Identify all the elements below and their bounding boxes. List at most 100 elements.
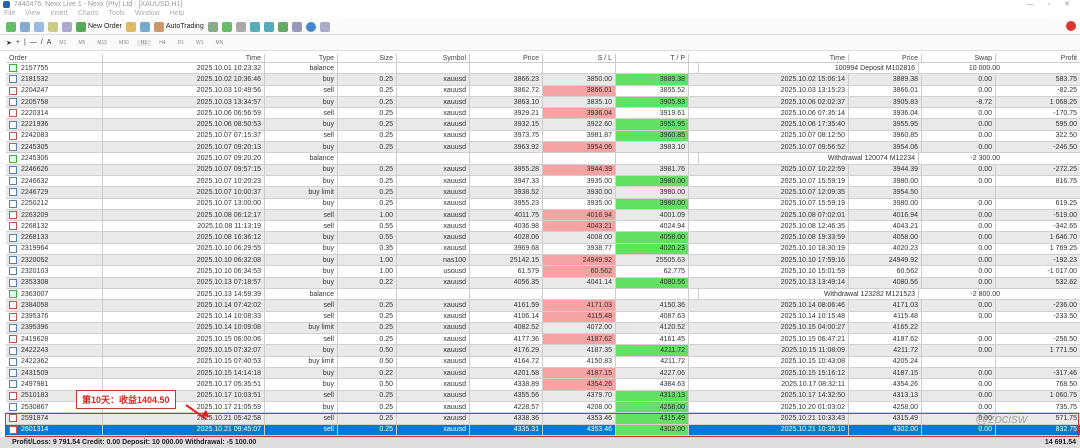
column-header-take-profit[interactable]: T / P [616,54,689,62]
menu-insert[interactable]: Insert [50,9,68,19]
column-header-stop-loss[interactable]: S / L [543,54,616,62]
zoom-in-icon[interactable] [249,21,260,32]
open-price-value: 4011.75 [514,211,539,219]
table-row[interactable]: 2601314 2025.10.21 09:45:07 sell 0.25 xauusd… [6,424,1080,436]
cell-symbol: xauusd [397,356,470,368]
table-row[interactable]: 2431509 2025.10.15 14:14:18 buy 0.22 xauusd 4… [6,368,1080,380]
table-row[interactable]: 2268133 2025.10.08 16:36:12 buy 0.55 xauusd 4… [6,232,1080,244]
column-header-open-time[interactable]: Time [103,54,265,62]
table-row[interactable]: 2181532 2025.10.02 10:36:46 buy 0.25 xauusd 3… [6,74,1080,86]
horizontal-line-icon[interactable]: — [30,39,37,46]
indicators-icon[interactable] [291,21,302,32]
tf-m5[interactable]: M5 [74,40,89,46]
table-row[interactable]: 2246626 2025.10.07 09:57:15 buy 0.25 xauusd 3… [6,164,1080,176]
menu-tools[interactable]: Tools [108,9,124,19]
table-row[interactable]: 2395396 2025.10.14 10:09:08 buy limit 0.25 x… [6,322,1080,335]
table-row[interactable]: 2419628 2025.10.15 06:00:06 sell 0.25 xauusd… [6,334,1080,346]
column-header-open-price[interactable]: Price [470,54,543,62]
tf-h1[interactable]: H1 [136,39,152,46]
table-row[interactable]: 2220314 2025.10.06 06:56:59 sell 0.25 xauusd… [6,108,1080,120]
table-row[interactable]: 2422243 2025.10.15 07:32:07 buy 0.50 xauusd 4… [6,345,1080,357]
column-header-order[interactable]: Order [6,54,103,62]
market-watch-icon[interactable] [34,21,44,32]
column-header-profit[interactable]: Profit [996,54,1080,62]
cell-size: 0.50 [338,356,397,368]
table-row[interactable]: 2263209 2025.10.08 06:12:17 sell 1.00 xauusd… [6,209,1080,222]
table-row[interactable]: 2157755 2025.10.01 10:23:32 balance 100994 … [6,63,1080,75]
terminal-icon[interactable] [62,21,72,32]
table-row[interactable]: 2497981 2025.10.17 05:35:51 buy 0.50 xauusd 4… [6,379,1080,391]
menu-file[interactable]: File [4,9,15,19]
close-time-value: 2025.10.15 10:43:08 [780,358,845,366]
type-value: buy limit [308,324,334,332]
table-row[interactable]: 2205758 2025.10.03 13:34:57 buy 0.25 xauusd 3… [6,96,1080,109]
table-row[interactable]: 2320103 2025.10.10 06:34:53 buy 1.00 usousd 6… [6,266,1080,278]
symbol-value: xauusd [443,380,466,388]
zoom-out-icon[interactable] [263,21,274,32]
tf-mn[interactable]: MN [212,40,228,46]
column-header-size[interactable]: Size [338,54,397,62]
close-time-value: 2025.10.14 10:15:48 [780,313,845,321]
tf-h4[interactable]: H4 [155,40,169,46]
alert-icon[interactable] [1066,21,1076,31]
type-value: buy [322,369,334,377]
table-row[interactable]: 2221936 2025.10.06 08:50:53 buy 0.25 xauusd 3… [6,119,1080,131]
menu-view[interactable]: View [25,9,40,19]
tf-m30[interactable]: M30 [115,40,133,46]
size-value: 0.25 [379,188,393,196]
new-chart-icon[interactable] [6,21,16,32]
profiles-icon[interactable] [20,21,30,32]
table-row[interactable]: 2250212 2025.10.07 13:00:00 buy 0.25 xauusd 3… [6,198,1080,210]
table-row[interactable]: 2319964 2025.10.10 06:29:55 buy 0.35 xauusd 3… [6,243,1080,256]
table-row[interactable]: 2422362 2025.10.15 07:40:53 buy limit 0.50 x… [6,356,1080,369]
table-row[interactable]: 2245306 2025.10.07 09:20:20 balance Withdra… [6,153,1080,165]
table-row[interactable]: 2363007 2025.10.13 14:59:39 balance Withdra… [6,288,1080,301]
line-chart-icon[interactable] [235,21,246,32]
templates-icon[interactable] [319,21,330,32]
column-header-type[interactable]: Type [265,54,338,62]
table-row[interactable]: 2353308 2025.10.13 07:18:57 buy 0.22 xauusd 4… [6,277,1080,289]
table-row[interactable]: 2320052 2025.10.10 06:32:08 buy 1.00 nas100 2… [6,255,1080,267]
autotrading-button[interactable]: AutoTrading [153,21,204,32]
crosshair-icon[interactable]: + [16,39,20,46]
column-header-close-price[interactable]: Price [849,54,922,62]
table-row[interactable]: 2591874 2025.10.21 05:42:58 sell 0.25 xauusd… [6,413,1080,425]
text-icon[interactable]: A [47,39,52,46]
menu-charts[interactable]: Charts [78,9,99,19]
table-row[interactable]: 2395376 2025.10.14 10:08:33 sell 0.25 xauusd… [6,311,1080,323]
table-row[interactable]: 2245305 2025.10.07 09:20:13 buy 0.25 xauusd 3… [6,142,1080,154]
tile-windows-icon[interactable] [277,21,288,32]
cell-close-price: 4354.26 [849,379,922,390]
trendline-icon[interactable]: / [41,39,43,46]
navigator-icon[interactable] [48,21,58,32]
table-row[interactable]: 2268132 2025.10.08 11:13:19 sell 0.55 xauusd… [6,221,1080,233]
tf-d1[interactable]: D1 [174,40,188,46]
window-controls[interactable]: — ▫ ✕ [1027,0,1076,9]
tf-m15[interactable]: M15 [93,40,111,46]
profit-value: -342.65 [1053,222,1077,230]
table-row[interactable]: 2384058 2025.10.14 07:42:02 sell 0.25 xauusd… [6,300,1080,312]
vertical-line-icon[interactable]: | [24,39,26,46]
cell-symbol: xauusd [397,108,470,119]
type-value: sell [323,87,334,95]
tf-m1[interactable]: M1 [55,40,70,46]
column-header-swap[interactable]: Swap [922,54,996,62]
signals-icon[interactable] [139,21,150,32]
cursor-icon[interactable]: ➤ [6,39,12,47]
periods-icon[interactable] [305,21,316,32]
cell-swap: 0.00 [922,266,996,277]
menu-window[interactable]: Window [135,9,160,19]
column-header-symbol[interactable]: Symbol [397,54,470,62]
metaeditor-icon[interactable] [125,21,136,32]
table-row[interactable]: 2246729 2025.10.07 10:00:37 buy limit 0.25 x… [6,187,1080,199]
table-row[interactable]: 2204247 2025.10.03 10:49:56 sell 0.25 xauusd… [6,85,1080,97]
candlestick-icon[interactable] [221,21,232,32]
new-order-button[interactable]: New Order [76,21,122,32]
table-row[interactable]: 2246632 2025.10.07 10:20:23 buy 0.25 xauusd 3… [6,175,1080,188]
column-header-close-time[interactable]: Time [689,54,849,62]
new-order-label: New Order [88,23,122,30]
tf-w1[interactable]: W1 [192,40,208,46]
bar-chart-icon[interactable] [207,21,218,32]
table-row[interactable]: 2242083 2025.10.07 07:15:37 sell 0.25 xauusd… [6,130,1080,143]
menu-help[interactable]: Help [170,9,184,19]
